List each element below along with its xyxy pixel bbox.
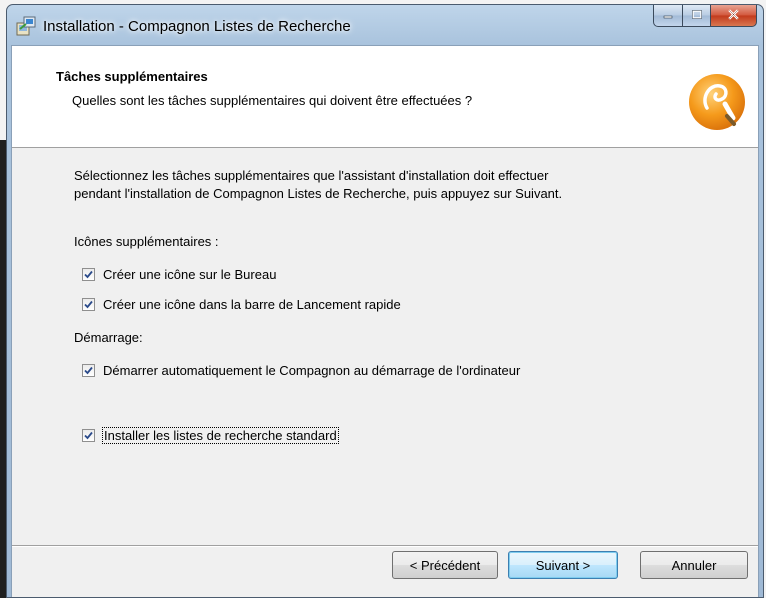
checkbox-install-lists[interactable] bbox=[82, 428, 95, 442]
page-title: Tâches supplémentaires bbox=[56, 69, 208, 84]
group-label-icons: Icônes supplémentaires : bbox=[74, 234, 219, 249]
intro-text: Sélectionnez les tâches supplémentaires … bbox=[74, 167, 714, 203]
title-bar[interactable]: Installation - Compagnon Listes de Reche… bbox=[7, 5, 763, 45]
next-button[interactable]: Suivant > bbox=[508, 551, 618, 579]
task-install-lists[interactable]: Installer les listes de recherche standa… bbox=[82, 426, 339, 444]
close-icon bbox=[727, 8, 740, 23]
checkbox-quicklaunch-icon[interactable] bbox=[82, 297, 95, 311]
checkbox-desktop-icon[interactable] bbox=[82, 267, 95, 281]
installer-window: Installation - Compagnon Listes de Reche… bbox=[6, 4, 764, 598]
tasks-panel: Sélectionnez les tâches supplémentaires … bbox=[12, 149, 758, 546]
task-autostart[interactable]: Démarrer automatiquement le Compagnon au… bbox=[82, 361, 520, 379]
checkmark-icon bbox=[84, 431, 93, 439]
task-label: Créer une icône sur le Bureau bbox=[103, 266, 277, 282]
window-title: Installation - Compagnon Listes de Reche… bbox=[43, 18, 351, 35]
orange-search-logo bbox=[687, 72, 747, 132]
task-quicklaunch-icon[interactable]: Créer une icône dans la barre de Lanceme… bbox=[82, 295, 401, 313]
checkmark-icon bbox=[84, 270, 93, 278]
task-label: Installer les listes de recherche standa… bbox=[102, 426, 339, 444]
minimize-button[interactable] bbox=[653, 5, 683, 27]
intro-line-2: pendant l'installation de Compagnon List… bbox=[74, 186, 563, 201]
page-subtitle: Quelles sont les tâches supplémentaires … bbox=[72, 93, 473, 108]
previous-button[interactable]: < Précédent bbox=[392, 551, 498, 579]
group-label-startup: Démarrage: bbox=[74, 330, 143, 345]
caption-buttons bbox=[653, 5, 757, 27]
dialog-client-area: Tâches supplémentaires Quelles sont les … bbox=[11, 45, 759, 597]
checkmark-icon bbox=[84, 300, 93, 308]
intro-line-1: Sélectionnez les tâches supplémentaires … bbox=[74, 168, 549, 183]
cancel-button[interactable]: Annuler bbox=[640, 551, 748, 579]
task-desktop-icon[interactable]: Créer une icône sur le Bureau bbox=[82, 265, 276, 283]
minimize-icon bbox=[662, 8, 674, 23]
checkbox-autostart[interactable] bbox=[82, 363, 95, 377]
wizard-header: Tâches supplémentaires Quelles sont les … bbox=[12, 46, 758, 148]
close-button[interactable] bbox=[711, 5, 757, 27]
setup-icon[interactable] bbox=[15, 15, 37, 37]
task-label: Créer une icône dans la barre de Lanceme… bbox=[103, 296, 401, 312]
maximize-button[interactable] bbox=[683, 5, 711, 27]
maximize-icon bbox=[691, 8, 703, 23]
task-label: Démarrer automatiquement le Compagnon au… bbox=[103, 362, 521, 378]
footer-separator bbox=[12, 545, 758, 547]
checkmark-icon bbox=[84, 366, 93, 374]
